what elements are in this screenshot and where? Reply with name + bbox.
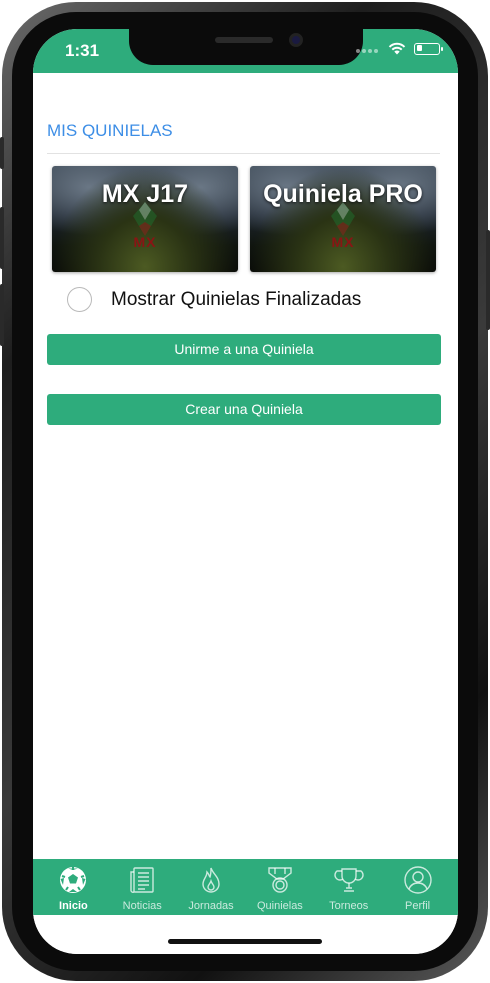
notch bbox=[129, 29, 363, 65]
tab-label: Quinielas bbox=[256, 900, 303, 912]
newspaper-icon bbox=[130, 867, 154, 893]
quiniela-cards: MX J17 MX Quiniela PRO MX bbox=[52, 166, 436, 272]
tab-noticias[interactable]: Noticias bbox=[109, 859, 175, 915]
mute-switch bbox=[0, 137, 4, 169]
show-finished-toggle[interactable]: Mostrar Quinielas Finalizadas bbox=[67, 287, 361, 312]
power-button bbox=[486, 230, 490, 330]
tab-label: Jornadas bbox=[188, 900, 234, 912]
home-indicator[interactable] bbox=[168, 939, 322, 944]
flame-icon bbox=[202, 867, 220, 893]
tab-perfil[interactable]: Perfil bbox=[385, 859, 451, 915]
speaker-grille bbox=[215, 37, 273, 43]
soccer-ball-icon bbox=[60, 867, 87, 893]
show-finished-label: Mostrar Quinielas Finalizadas bbox=[111, 288, 362, 310]
tab-inicio[interactable]: Inicio bbox=[40, 859, 106, 915]
status-bar: 1:31 bbox=[33, 29, 458, 73]
tab-label: Noticias bbox=[122, 900, 162, 912]
home-indicator-area bbox=[33, 915, 458, 954]
battery-fill bbox=[416, 45, 422, 51]
quiniela-card-pro[interactable]: Quiniela PRO MX bbox=[250, 166, 436, 272]
tab-label: Torneos bbox=[329, 900, 369, 912]
medal-icon bbox=[268, 867, 292, 893]
volume-down-button bbox=[0, 284, 4, 346]
title-divider bbox=[47, 153, 440, 154]
show-finished-radio[interactable] bbox=[67, 287, 92, 312]
create-quiniela-button[interactable]: Crear una Quiniela bbox=[47, 394, 441, 425]
card-title: Quiniela PRO bbox=[263, 180, 423, 208]
camera-icon bbox=[289, 33, 303, 47]
tab-torneos[interactable]: Torneos bbox=[316, 859, 382, 915]
battery-icon bbox=[414, 42, 443, 55]
card-logo-text: MX bbox=[331, 234, 355, 250]
wifi-icon bbox=[388, 42, 406, 55]
main-content: MIS QUINIELAS MX J17 MX Quiniela PRO MX … bbox=[33, 73, 458, 859]
tab-jornadas[interactable]: Jornadas bbox=[178, 859, 244, 915]
tab-bar: Inicio Noticias Jornadas Quinielas Torne… bbox=[33, 859, 458, 915]
tab-label: Perfil bbox=[405, 900, 431, 912]
cellular-signal-icon bbox=[356, 45, 380, 53]
profile-icon bbox=[403, 866, 432, 894]
tab-label: Inicio bbox=[59, 900, 88, 912]
page-title: MIS QUINIELAS bbox=[47, 121, 173, 140]
tab-quinielas[interactable]: Quinielas bbox=[247, 859, 313, 915]
join-quiniela-button[interactable]: Unirme a una Quiniela bbox=[47, 334, 441, 365]
card-title: MX J17 bbox=[101, 180, 189, 208]
volume-up-button bbox=[0, 207, 4, 269]
status-time: 1:31 bbox=[65, 41, 100, 60]
trophy-icon bbox=[334, 868, 364, 892]
card-logo-text: MX bbox=[133, 234, 157, 250]
status-indicators bbox=[356, 42, 443, 55]
phone-screen: 1:31 MIS QUINIELAS MX J17 MX Quiniela PR… bbox=[33, 29, 458, 954]
quiniela-card-mx-j17[interactable]: MX J17 MX bbox=[52, 166, 238, 272]
